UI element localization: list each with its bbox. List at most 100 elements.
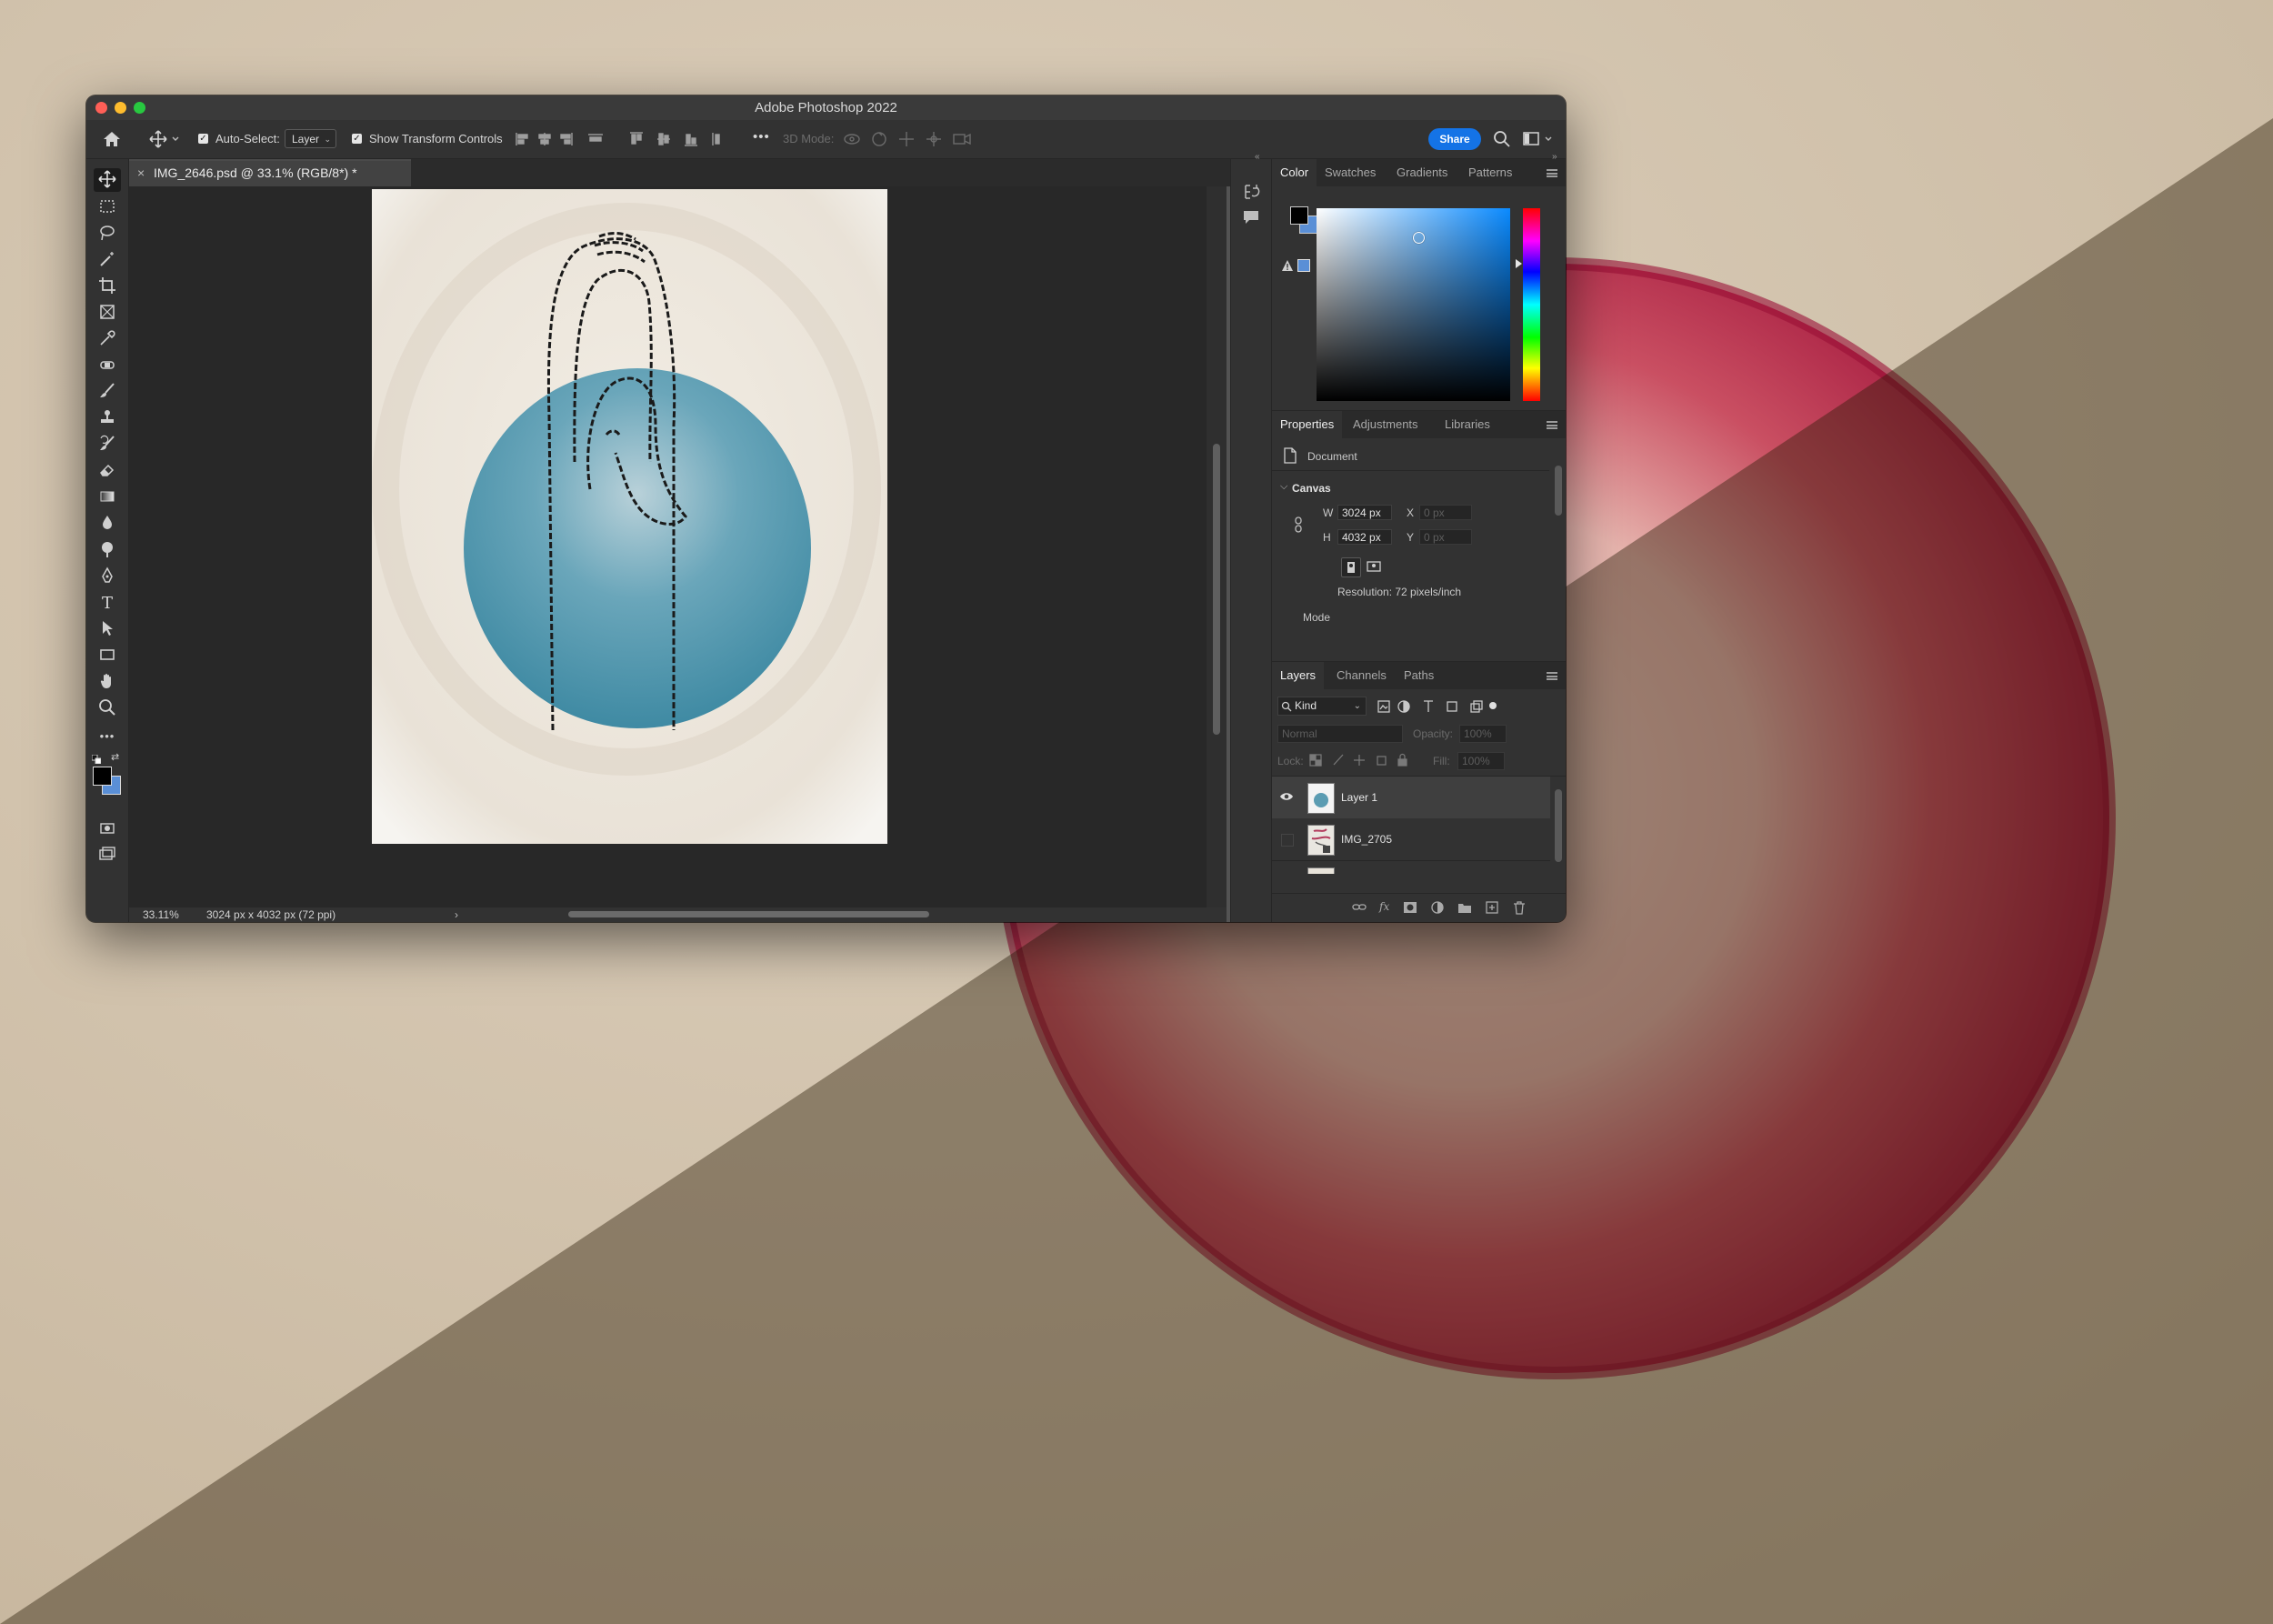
tab-channels[interactable]: Channels [1328, 662, 1395, 689]
move-tool-preset-icon[interactable] [148, 129, 181, 149]
properties-scroll-thumb[interactable] [1555, 466, 1562, 516]
trash-icon[interactable] [1512, 900, 1527, 915]
close-tab-icon[interactable]: × [137, 161, 145, 185]
tab-layers[interactable]: Layers [1272, 662, 1325, 689]
layer-row-layer-1[interactable]: Layer 1 [1272, 777, 1550, 819]
blur-tool[interactable] [94, 512, 121, 536]
properties-panel-menu-icon[interactable] [1547, 421, 1557, 429]
document-tab[interactable]: × IMG_2646.psd @ 33.1% (RGB/8*) * [129, 159, 411, 186]
color-picker-handle[interactable] [1413, 232, 1425, 244]
layers-panel-menu-icon[interactable] [1547, 672, 1557, 680]
gradient-tool[interactable] [94, 486, 121, 509]
tab-adjustments[interactable]: Adjustments [1345, 411, 1427, 438]
close-window-button[interactable] [95, 102, 107, 114]
default-colors-icon[interactable] [91, 753, 102, 765]
zoom-window-button[interactable] [134, 102, 145, 114]
show-transform-checkbox[interactable]: ✓ [352, 134, 362, 144]
marquee-tool[interactable] [94, 195, 121, 219]
canvas-height-field[interactable]: 4032 px [1337, 529, 1392, 545]
quick-mask-button[interactable] [94, 817, 121, 841]
frame-tool[interactable] [94, 301, 121, 325]
visibility-toggle-empty[interactable] [1281, 834, 1294, 847]
rectangle-tool[interactable] [94, 644, 121, 667]
screen-mode-button[interactable] [94, 843, 121, 867]
new-layer-icon[interactable] [1485, 900, 1499, 915]
saturation-brightness-field[interactable] [1317, 208, 1510, 401]
link-dimensions-icon[interactable] [1293, 515, 1304, 535]
link-layers-icon[interactable] [1352, 901, 1367, 914]
move-tool[interactable] [94, 168, 121, 192]
color-panel-menu-icon[interactable] [1547, 169, 1557, 177]
quick-mask-icon [98, 819, 116, 840]
hand-tool[interactable] [94, 670, 121, 694]
tab-properties[interactable]: Properties [1272, 411, 1343, 438]
eraser-tool[interactable] [94, 459, 121, 483]
more-options-button[interactable]: ••• [753, 129, 770, 145]
edit-toolbar-button[interactable]: ••• [94, 724, 121, 747]
layer-name[interactable]: IMG_2705 [1341, 833, 1392, 846]
hue-slider[interactable] [1523, 208, 1540, 401]
opacity-field[interactable]: 100% [1459, 725, 1507, 743]
canvas-x-field[interactable]: 0 px [1419, 505, 1472, 520]
pen-tool[interactable] [94, 565, 121, 588]
zoom-level[interactable]: 33.11% [143, 907, 179, 922]
vertical-scroll-thumb[interactable] [1213, 444, 1220, 735]
tab-color[interactable]: Color [1272, 159, 1317, 186]
swap-colors-icon[interactable]: ⇄ [111, 752, 122, 763]
document-icon [1283, 447, 1297, 464]
home-icon[interactable] [101, 128, 123, 150]
foreground-color-chip[interactable] [1290, 206, 1308, 225]
layer-row-img-2705[interactable]: IMG_2705 [1272, 818, 1550, 861]
history-icon[interactable] [1241, 182, 1261, 202]
gamut-warning-icon[interactable] [1281, 259, 1294, 272]
hue-slider-handle[interactable] [1516, 259, 1522, 268]
tab-swatches[interactable]: Swatches [1317, 159, 1384, 186]
tab-libraries[interactable]: Libraries [1437, 411, 1498, 438]
document-canvas[interactable] [372, 189, 887, 844]
clone-stamp-tool[interactable] [94, 406, 121, 430]
layer-filter-dropdown[interactable]: Kind ⌄ [1277, 697, 1367, 716]
dodge-tool[interactable] [94, 538, 121, 562]
workspace-switcher-icon[interactable] [1523, 130, 1556, 148]
path-selection-tool[interactable] [94, 617, 121, 641]
web-safe-color-chip[interactable] [1297, 259, 1310, 272]
share-button[interactable]: Share [1428, 128, 1481, 150]
lasso-tool[interactable] [94, 222, 121, 246]
search-icon[interactable] [1493, 130, 1511, 148]
type-tool[interactable]: T [94, 591, 121, 615]
comments-icon[interactable] [1241, 207, 1261, 227]
magic-wand-tool[interactable] [94, 248, 121, 272]
layer-style-button[interactable]: fx [1379, 900, 1389, 913]
canvas-area[interactable] [129, 186, 1207, 907]
tab-gradients[interactable]: Gradients [1388, 159, 1456, 186]
status-menu-chevron-icon[interactable]: › [455, 907, 458, 922]
history-brush-tool[interactable] [94, 433, 121, 456]
fill-field[interactable]: 100% [1457, 752, 1505, 770]
foreground-color-swatch[interactable] [93, 767, 112, 786]
tab-patterns[interactable]: Patterns [1460, 159, 1520, 186]
portrait-orientation-button[interactable] [1341, 557, 1361, 577]
vertical-scrollbar[interactable] [1207, 186, 1227, 907]
canvas-y-field[interactable]: 0 px [1419, 529, 1472, 545]
horizontal-scroll-thumb[interactable] [568, 911, 929, 917]
layers-scroll-thumb[interactable] [1555, 789, 1562, 862]
adjustment-layer-icon[interactable] [1430, 900, 1445, 915]
canvas-width-field[interactable]: 3024 px [1337, 505, 1392, 520]
landscape-orientation-button[interactable] [1365, 557, 1383, 576]
tab-paths[interactable]: Paths [1396, 662, 1442, 689]
auto-select-checkbox[interactable]: ✓ [198, 134, 208, 144]
blend-mode-dropdown[interactable]: Normal [1277, 725, 1403, 743]
canvas-collapse-chevron-icon[interactable]: ⌵ [1280, 481, 1287, 493]
eyedropper-tool[interactable] [94, 327, 121, 351]
add-mask-icon[interactable] [1403, 901, 1417, 914]
minimize-window-button[interactable] [115, 102, 126, 114]
y-label: Y [1407, 531, 1415, 544]
zoom-tool[interactable] [94, 697, 121, 720]
brush-tool[interactable] [94, 380, 121, 404]
healing-brush-tool[interactable] [94, 354, 121, 377]
new-group-folder-icon[interactable] [1457, 901, 1472, 914]
auto-select-dropdown[interactable]: Layer ⌄ [285, 129, 336, 148]
layer-name[interactable]: Layer 1 [1341, 791, 1377, 804]
eye-icon[interactable] [1279, 791, 1294, 802]
crop-tool[interactable] [94, 275, 121, 298]
